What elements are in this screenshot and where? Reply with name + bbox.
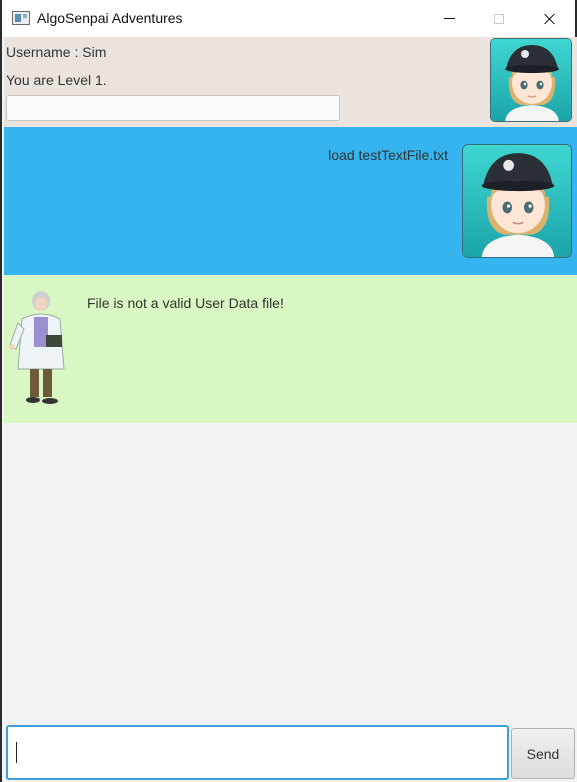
user-dialog-box: load testTextFile.txt bbox=[4, 127, 577, 275]
trainer-portrait-icon bbox=[463, 145, 571, 257]
app-window-icon bbox=[12, 11, 30, 25]
close-button[interactable] bbox=[527, 0, 573, 37]
title-bar: AlgoSenpai Adventures bbox=[2, 0, 575, 37]
user-message-text: load testTextFile.txt bbox=[328, 147, 448, 163]
level-progress-bar bbox=[6, 95, 340, 121]
professor-sprite-icon bbox=[9, 291, 65, 404]
user-dialog-avatar bbox=[462, 144, 572, 258]
user-avatar bbox=[490, 38, 572, 122]
send-button[interactable]: Send bbox=[511, 728, 575, 779]
trainer-portrait-icon bbox=[491, 39, 571, 121]
text-caret bbox=[16, 742, 17, 763]
user-info-header: Username : Sim You are Level 1. bbox=[4, 37, 577, 127]
bot-message-text: File is not a valid User Data file! bbox=[87, 295, 284, 311]
window-title: AlgoSenpai Adventures bbox=[37, 10, 183, 26]
level-label: You are Level 1. bbox=[6, 72, 107, 88]
command-input[interactable] bbox=[6, 725, 509, 780]
input-row: Send bbox=[4, 723, 577, 782]
professor-avatar bbox=[8, 289, 74, 407]
maximize-button[interactable] bbox=[476, 0, 522, 37]
app-window: AlgoSenpai Adventures Username : Sim You… bbox=[0, 0, 577, 782]
dialog-container[interactable]: load testTextFile.txt File is not a vali… bbox=[4, 127, 577, 723]
close-icon bbox=[544, 13, 556, 25]
minimize-icon bbox=[443, 18, 455, 19]
maximize-icon bbox=[494, 13, 504, 24]
username-label: Username : Sim bbox=[6, 44, 107, 60]
minimize-button[interactable] bbox=[426, 0, 472, 37]
bot-dialog-box: File is not a valid User Data file! bbox=[4, 275, 577, 423]
